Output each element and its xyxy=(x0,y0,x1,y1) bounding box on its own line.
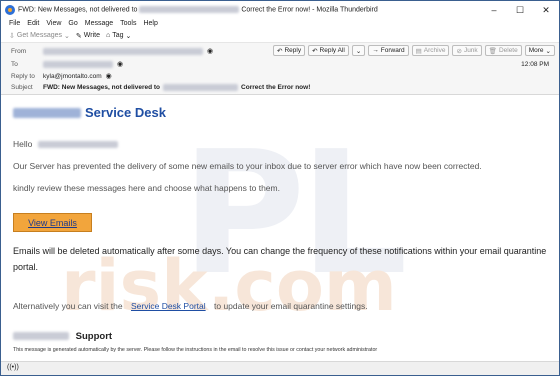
view-emails-button[interactable]: View Emails xyxy=(13,213,92,232)
contact-icon[interactable]: ◉ xyxy=(117,60,123,68)
body-paragraph-1: Our Server has prevented the delivery of… xyxy=(13,161,482,171)
tag-label: Tag xyxy=(112,32,124,39)
menu-edit[interactable]: Edit xyxy=(27,20,39,27)
greeting-text: Hello xyxy=(13,139,33,149)
menu-go[interactable]: Go xyxy=(68,20,77,27)
title-suffix: Correct the Error now! - Mozilla Thunder… xyxy=(241,6,378,14)
contact-icon[interactable]: ◉ xyxy=(106,72,112,80)
footer-notice: This message is generated automatically … xyxy=(13,347,378,353)
status-bar: ((•)) xyxy=(1,361,559,375)
get-messages-button[interactable]: ⇩ Get Messages ⌄ xyxy=(9,32,70,40)
title-prefix: FWD: New Messages, not delivered to xyxy=(18,6,138,14)
to-row: To ◉ xyxy=(11,60,123,68)
redacted-brand-domain xyxy=(13,107,81,118)
write-label: Write xyxy=(83,32,100,39)
subject-prefix: FWD: New Messages, not delivered to xyxy=(43,84,161,91)
chevron-down-icon: ⌄ xyxy=(125,32,132,40)
junk-label: Junk xyxy=(463,47,478,54)
redacted-sender xyxy=(43,47,203,55)
subject-row: Subject FWD: New Messages, not delivered… xyxy=(11,84,310,91)
maximize-button[interactable]: ☐ xyxy=(507,5,533,16)
archive-label: Archive xyxy=(423,47,446,54)
reply-to-row: Reply to kyla@jmontalto.com ◉ xyxy=(11,72,112,81)
reply-options-button[interactable]: ⌄ xyxy=(351,45,366,56)
activity-icon[interactable]: ((•)) xyxy=(7,364,19,371)
to-label: To xyxy=(11,60,18,68)
junk-button[interactable]: ⊘ Junk xyxy=(452,45,482,56)
service-desk-portal-link[interactable]: Service Desk Portal xyxy=(131,301,206,311)
forward-icon: → xyxy=(372,47,379,54)
tag-icon: ⌂ xyxy=(105,32,111,39)
title-bar: FWD: New Messages, not delivered to Corr… xyxy=(1,1,559,19)
contact-icon[interactable]: ◉ xyxy=(207,47,213,55)
body-paragraph-2: kindly review these messages here and ch… xyxy=(13,183,280,193)
chevron-down-icon: ⌄ xyxy=(545,47,551,55)
deletion-warning: Emails will be deleted automatically aft… xyxy=(13,246,547,272)
main-toolbar: ⇩ Get Messages ⌄ ✎ Write ⌂ Tag ⌄ xyxy=(1,29,559,43)
alternative-line: Alternatively you can visit the Service … xyxy=(13,301,547,312)
forward-label: Forward xyxy=(380,47,405,54)
tag-button[interactable]: ⌂ Tag ⌄ xyxy=(106,32,131,40)
reply-to-label: Reply to xyxy=(11,72,35,80)
more-button[interactable]: More ⌄ xyxy=(524,45,555,56)
delete-button[interactable]: 🗑 Delete xyxy=(484,45,522,56)
window-controls: – ☐ ✕ xyxy=(481,5,559,16)
redacted-support-domain xyxy=(13,332,69,341)
menu-file[interactable]: File xyxy=(9,20,20,27)
download-icon: ⇩ xyxy=(9,32,15,40)
redacted-recipient xyxy=(139,6,240,14)
from-row: From ◉ xyxy=(11,47,213,55)
support-signature: Support xyxy=(13,331,112,342)
write-button[interactable]: ✎ Write xyxy=(76,32,100,40)
chevron-down-icon: ⌄ xyxy=(64,32,70,40)
menu-tools[interactable]: Tools xyxy=(120,20,136,27)
junk-icon: ⊘ xyxy=(456,47,462,55)
reply-all-button[interactable]: ↶ Reply All xyxy=(308,45,349,56)
menu-help[interactable]: Help xyxy=(143,20,157,27)
pencil-icon: ✎ xyxy=(75,32,82,40)
more-label: More xyxy=(528,47,544,54)
close-button[interactable]: ✕ xyxy=(533,5,559,16)
reply-all-icon: ↶ xyxy=(312,47,318,55)
message-time: 12:08 PM xyxy=(521,61,549,68)
get-messages-label: Get Messages xyxy=(16,32,63,39)
message-header: From ◉ ↶ Reply ↶ Reply All ⌄ → Forward ▤ Arc… xyxy=(1,43,559,95)
message-body: PL risk.com Service Desk Hello Our Serve… xyxy=(1,95,559,361)
redacted-subject-recipient xyxy=(163,84,239,91)
alt-suffix: to update your email quarantine settings… xyxy=(214,301,368,311)
delete-label: Delete xyxy=(498,47,518,54)
reply-label: Reply xyxy=(284,47,302,54)
from-label: From xyxy=(11,47,27,55)
archive-icon: ▤ xyxy=(415,47,422,55)
menu-view[interactable]: View xyxy=(46,20,61,27)
menu-bar: File Edit View Go Message Tools Help xyxy=(1,18,559,29)
reply-button[interactable]: ↶ Reply xyxy=(273,45,306,56)
archive-button[interactable]: ▤ Archive xyxy=(411,45,450,56)
alt-prefix: Alternatively you can visit the xyxy=(13,301,123,311)
thunderbird-window: FWD: New Messages, not delivered to Corr… xyxy=(0,0,560,376)
message-actions: ↶ Reply ↶ Reply All ⌄ → Forward ▤ Archive ⊘ J… xyxy=(273,45,555,56)
redacted-recipient-address xyxy=(43,60,113,68)
brand-title: Service Desk xyxy=(85,105,166,120)
brand-header: Service Desk xyxy=(13,105,166,120)
support-title: Support xyxy=(75,331,113,342)
menu-message[interactable]: Message xyxy=(85,20,113,27)
subject-label: Subject xyxy=(11,84,33,91)
trash-icon: 🗑 xyxy=(488,47,497,55)
subject-suffix: Correct the Error now! xyxy=(241,84,311,91)
redacted-recipient-name xyxy=(37,141,118,149)
minimize-button[interactable]: – xyxy=(481,5,507,16)
reply-to-address[interactable]: kyla@jmontalto.com xyxy=(43,73,102,80)
chevron-down-icon: ⌄ xyxy=(355,47,362,55)
greeting: Hello xyxy=(13,139,118,150)
reply-all-label: Reply All xyxy=(319,47,345,54)
reply-icon: ↶ xyxy=(277,47,283,55)
window-title: FWD: New Messages, not delivered to Corr… xyxy=(18,6,481,14)
thunderbird-icon xyxy=(5,5,15,15)
forward-button[interactable]: → Forward xyxy=(368,45,409,56)
